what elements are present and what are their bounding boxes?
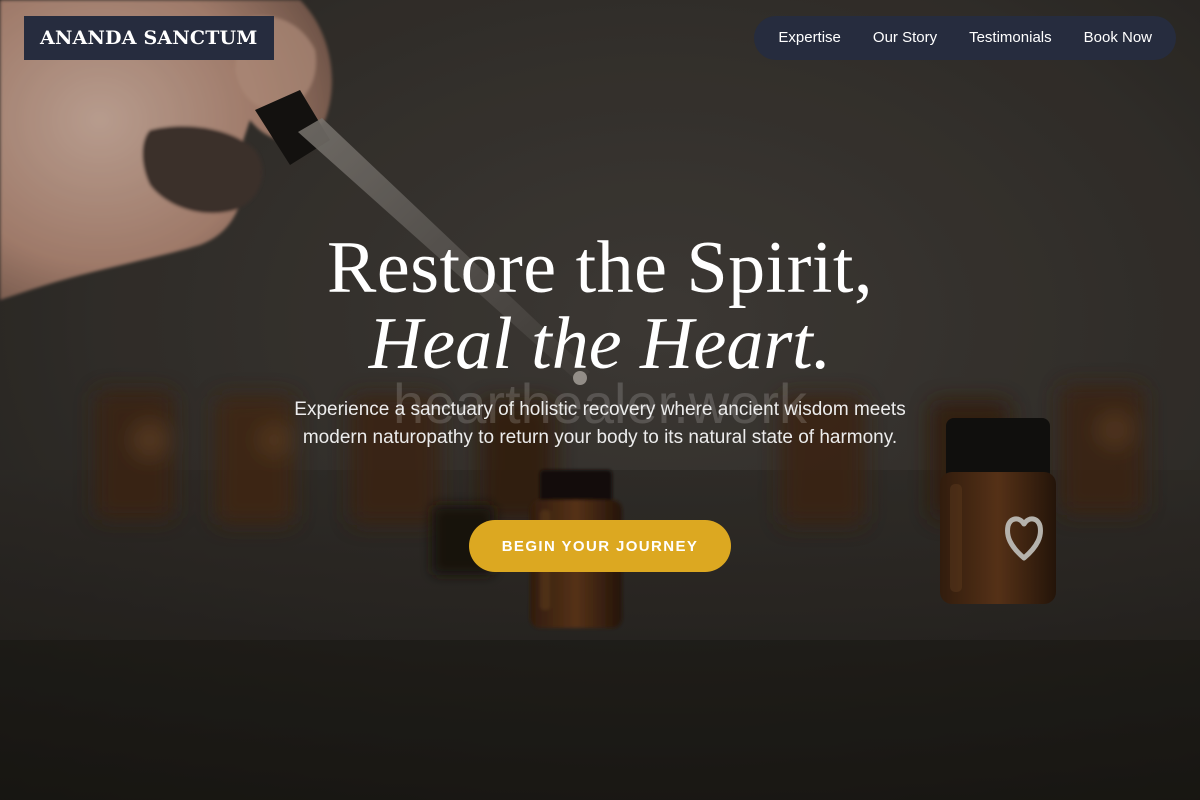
nav-item-our-story[interactable]: Our Story: [857, 16, 953, 60]
main-nav: Expertise Our Story Testimonials Book No…: [754, 16, 1176, 60]
nav-item-book-now[interactable]: Book Now: [1068, 16, 1168, 60]
headline-line-1: Restore the Spirit,: [327, 227, 873, 309]
begin-journey-button[interactable]: BEGIN YOUR JOURNEY: [469, 520, 731, 572]
headline-line-2: Heal the Heart.: [368, 303, 832, 385]
hero-headline: Restore the Spirit, Heal the Heart.: [0, 226, 1200, 385]
brand-logo[interactable]: ANANDA SANCTUM: [24, 16, 274, 60]
nav-item-testimonials[interactable]: Testimonials: [953, 16, 1068, 60]
hero-subtext: Experience a sanctuary of holistic recov…: [294, 399, 906, 448]
nav-item-expertise[interactable]: Expertise: [762, 16, 857, 60]
